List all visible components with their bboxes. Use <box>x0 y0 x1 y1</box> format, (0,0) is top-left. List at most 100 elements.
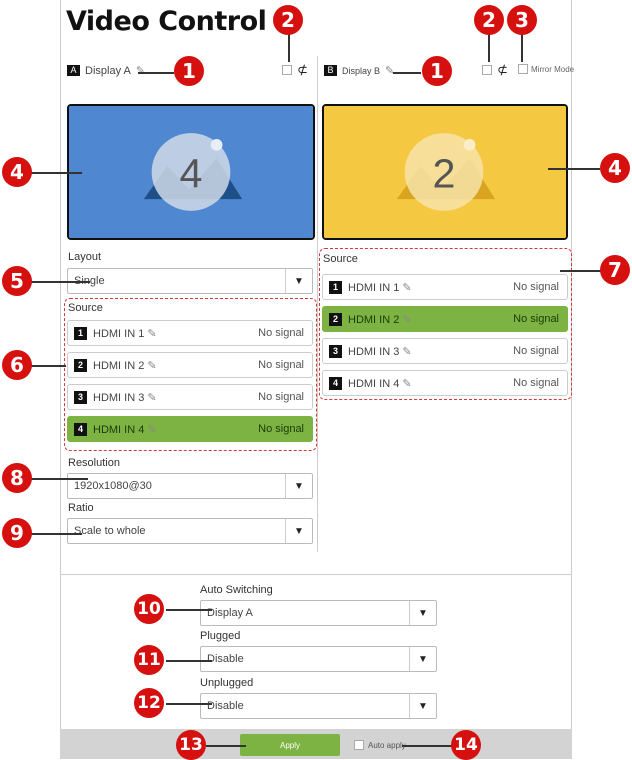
column-divider <box>317 56 318 552</box>
mirror-mode: Mirror Mode <box>518 64 574 74</box>
source-name: HDMI IN 3 ✎ <box>348 345 513 358</box>
screen-off-checkbox-b[interactable] <box>482 65 492 75</box>
source-row[interactable]: 2 HDMI IN 2 ✎ No signal <box>322 306 568 332</box>
callout-4b-line <box>548 168 600 170</box>
edit-pencil-icon[interactable]: ✎ <box>147 328 156 340</box>
source-row[interactable]: 3 HDMI IN 3 ✎ No signal <box>67 384 313 410</box>
source-number: 1 <box>329 280 342 294</box>
preview-a-sun <box>210 139 223 151</box>
edit-pencil-icon[interactable]: ✎ <box>136 64 145 77</box>
callout-4a-line <box>30 172 82 174</box>
signal-status: No signal <box>513 345 559 357</box>
source-number: 4 <box>74 422 87 436</box>
callout-badge: 7 <box>600 255 630 285</box>
callout-badge: 11 <box>134 645 164 675</box>
callout-11-line <box>166 660 212 662</box>
display-b-screen-off: ⊄ <box>482 62 508 78</box>
source-number: 3 <box>329 344 342 358</box>
callout-8-line <box>30 478 88 480</box>
callout-badge: 12 <box>134 688 164 718</box>
source-name: HDMI IN 4 ✎ <box>348 377 513 390</box>
edit-pencil-icon[interactable]: ✎ <box>147 392 156 404</box>
auto-apply: Auto apply <box>354 740 406 750</box>
screen-off-icon: ⊄ <box>297 62 308 77</box>
callout-9-line <box>30 533 82 535</box>
ratio-select[interactable]: Scale to whole ▼ <box>67 518 313 544</box>
source-a-label: Source <box>68 302 103 314</box>
plugged-select[interactable]: Disable ▼ <box>200 646 437 672</box>
preview-a-number: 4 <box>180 151 203 197</box>
source-name-text: HDMI IN 2 <box>93 359 145 372</box>
callout-6-line <box>30 365 66 367</box>
source-row[interactable]: 1 HDMI IN 1 ✎ No signal <box>67 320 313 346</box>
plugged-value: Disable <box>207 653 244 665</box>
unplugged-value: Disable <box>207 700 244 712</box>
callout-2b-line <box>488 32 490 62</box>
chevron-down-icon: ▼ <box>285 519 312 543</box>
plugged-label: Plugged <box>200 630 241 642</box>
callout-badge: 6 <box>2 350 32 380</box>
callout-14-line <box>402 745 452 747</box>
chevron-down-icon: ▼ <box>285 474 312 498</box>
source-b-label: Source <box>323 253 358 265</box>
layout-select[interactable]: Single ▼ <box>67 268 313 294</box>
callout-2a-line <box>288 32 290 62</box>
source-row[interactable]: 3 HDMI IN 3 ✎ No signal <box>322 338 568 364</box>
auto-switching-select[interactable]: Display A ▼ <box>200 600 437 626</box>
callout-5-line <box>30 281 90 283</box>
unplugged-label: Unplugged <box>200 677 254 689</box>
callout-badge: 1 <box>422 56 452 86</box>
source-name: HDMI IN 2 ✎ <box>348 313 513 326</box>
edit-pencil-icon[interactable]: ✎ <box>402 346 411 358</box>
mirror-mode-checkbox[interactable] <box>518 64 528 74</box>
auto-apply-checkbox[interactable] <box>354 740 364 750</box>
source-name: HDMI IN 1 ✎ <box>348 281 513 294</box>
display-a-header: A Display A ✎ <box>67 64 145 77</box>
display-a-preview[interactable]: 4 <box>67 104 315 240</box>
source-row[interactable]: 4 HDMI IN 4 ✎ No signal <box>67 416 313 442</box>
edit-pencil-icon[interactable]: ✎ <box>147 424 156 436</box>
screen-off-checkbox-a[interactable] <box>282 65 292 75</box>
signal-status: No signal <box>258 359 304 371</box>
source-name-text: HDMI IN 4 <box>93 423 145 436</box>
source-row[interactable]: 2 HDMI IN 2 ✎ No signal <box>67 352 313 378</box>
chevron-down-icon: ▼ <box>409 694 436 718</box>
source-row[interactable]: 4 HDMI IN 4 ✎ No signal <box>322 370 568 396</box>
source-row[interactable]: 1 HDMI IN 1 ✎ No signal <box>322 274 568 300</box>
chevron-down-icon: ▼ <box>409 647 436 671</box>
signal-status: No signal <box>513 281 559 293</box>
section-divider <box>60 574 572 575</box>
layout-label: Layout <box>68 251 102 263</box>
chevron-down-icon: ▼ <box>409 601 436 625</box>
edit-pencil-icon[interactable]: ✎ <box>385 64 394 77</box>
callout-13-line <box>206 745 246 747</box>
callout-badge: 5 <box>2 266 32 296</box>
edit-pencil-icon[interactable]: ✎ <box>402 378 411 390</box>
resolution-select[interactable]: 1920x1080@30 ▼ <box>67 473 313 499</box>
callout-badge: 8 <box>2 463 32 493</box>
page-title: Video Control <box>66 6 267 37</box>
apply-button[interactable]: Apply <box>240 734 340 756</box>
display-b-preview[interactable]: 2 <box>322 104 568 240</box>
edit-pencil-icon[interactable]: ✎ <box>402 314 411 326</box>
source-number: 4 <box>329 376 342 390</box>
callout-badge: 10 <box>134 594 164 624</box>
callout-12-line <box>166 703 212 705</box>
callout-3-line <box>521 32 523 62</box>
signal-status: No signal <box>513 377 559 389</box>
display-a-screen-off: ⊄ <box>282 62 308 78</box>
source-name-text: HDMI IN 4 <box>348 377 400 390</box>
callout-badge: 2 <box>273 5 303 35</box>
signal-status: No signal <box>258 423 304 435</box>
unplugged-select[interactable]: Disable ▼ <box>200 693 437 719</box>
screen-off-icon: ⊄ <box>497 62 508 77</box>
preview-b-sun <box>463 139 476 151</box>
callout-badge: 13 <box>176 730 206 760</box>
edit-pencil-icon[interactable]: ✎ <box>402 282 411 294</box>
display-a-letter: A <box>67 65 80 76</box>
callout-badge: 14 <box>451 730 481 760</box>
mirror-mode-label: Mirror Mode <box>531 64 575 74</box>
ratio-value: Scale to whole <box>74 525 146 537</box>
edit-pencil-icon[interactable]: ✎ <box>147 360 156 372</box>
callout-badge: 9 <box>2 518 32 548</box>
